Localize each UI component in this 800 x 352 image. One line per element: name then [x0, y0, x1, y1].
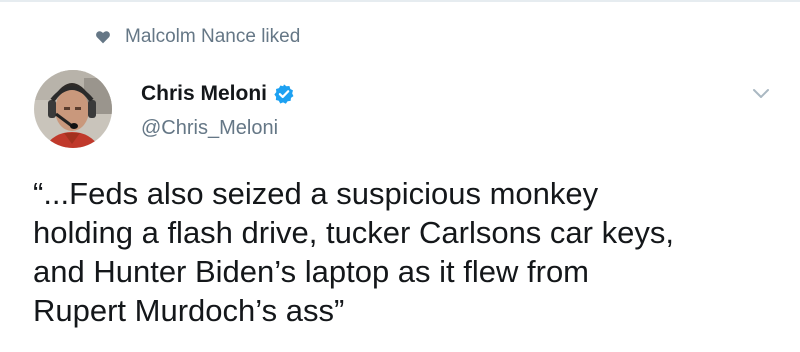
avatar-image [34, 70, 112, 148]
social-context[interactable]: Malcolm Nance liked [95, 24, 300, 50]
chevron-down-icon[interactable] [750, 86, 772, 102]
author-block[interactable]: Chris Meloni @Chris_Meloni [141, 80, 295, 140]
name-row: Chris Meloni [141, 80, 295, 108]
social-context-text: Malcolm Nance liked [125, 26, 301, 47]
user-handle[interactable]: @Chris_Meloni [141, 117, 295, 140]
heart-icon [96, 31, 110, 44]
display-name[interactable]: Chris Meloni [141, 82, 267, 106]
avatar[interactable] [34, 70, 112, 148]
top-divider [0, 0, 800, 2]
tweet-text: “...Feds also seized a suspicious monkey… [33, 176, 674, 328]
verified-badge-icon [274, 84, 294, 104]
